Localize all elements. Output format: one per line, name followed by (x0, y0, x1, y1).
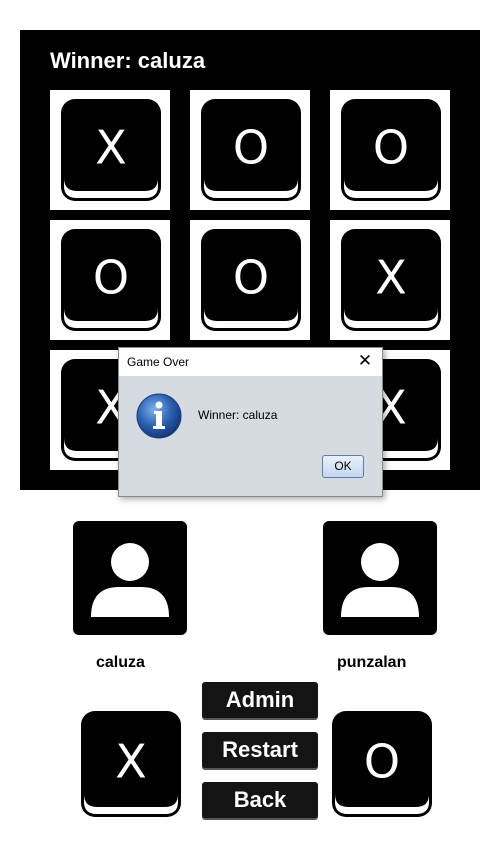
winner-label: Winner: caluza (50, 48, 206, 73)
dialog-message: Winner: caluza (198, 408, 278, 422)
board-cell-6[interactable]: X (330, 220, 450, 340)
svg-text:O: O (373, 121, 409, 175)
svg-text:O: O (364, 735, 400, 789)
x-tile-icon: X (60, 98, 162, 202)
board-cell-2[interactable]: O (190, 90, 310, 210)
o-tile-icon: O (200, 228, 302, 332)
player2-avatar-user-icon (323, 521, 437, 635)
dialog-title: Game Over (127, 355, 190, 369)
dialog-titlebar[interactable]: Game Over ✕ (119, 348, 382, 376)
player2-name: punzalan (337, 654, 407, 671)
back-button[interactable]: Back (202, 782, 318, 818)
o-tile-icon: O (340, 98, 442, 202)
player1-x-mark-icon: X (80, 710, 182, 818)
admin-button[interactable]: Admin (202, 682, 318, 718)
player1-name: caluza (96, 654, 145, 671)
x-tile-icon: X (340, 228, 442, 332)
board-cell-4[interactable]: O (50, 220, 170, 340)
ok-button[interactable]: OK (322, 455, 364, 478)
o-tile-icon: O (200, 98, 302, 202)
game-over-dialog: Game Over ✕ Winner: caluza OK (118, 347, 383, 497)
player2-o-mark-icon: O (331, 710, 433, 818)
svg-text:O: O (233, 121, 269, 175)
svg-text:X: X (115, 735, 147, 789)
close-icon[interactable]: ✕ (354, 350, 376, 372)
svg-text:O: O (233, 251, 269, 305)
o-tile-icon: O (60, 228, 162, 332)
board-cell-5[interactable]: O (190, 220, 310, 340)
info-icon (135, 392, 183, 440)
restart-button[interactable]: Restart (202, 732, 318, 768)
svg-text:X: X (95, 121, 127, 175)
board-cell-3[interactable]: O (330, 90, 450, 210)
svg-text:X: X (375, 251, 407, 305)
board-cell-1[interactable]: X (50, 90, 170, 210)
svg-text:O: O (93, 251, 129, 305)
player1-avatar-user-icon (73, 521, 187, 635)
